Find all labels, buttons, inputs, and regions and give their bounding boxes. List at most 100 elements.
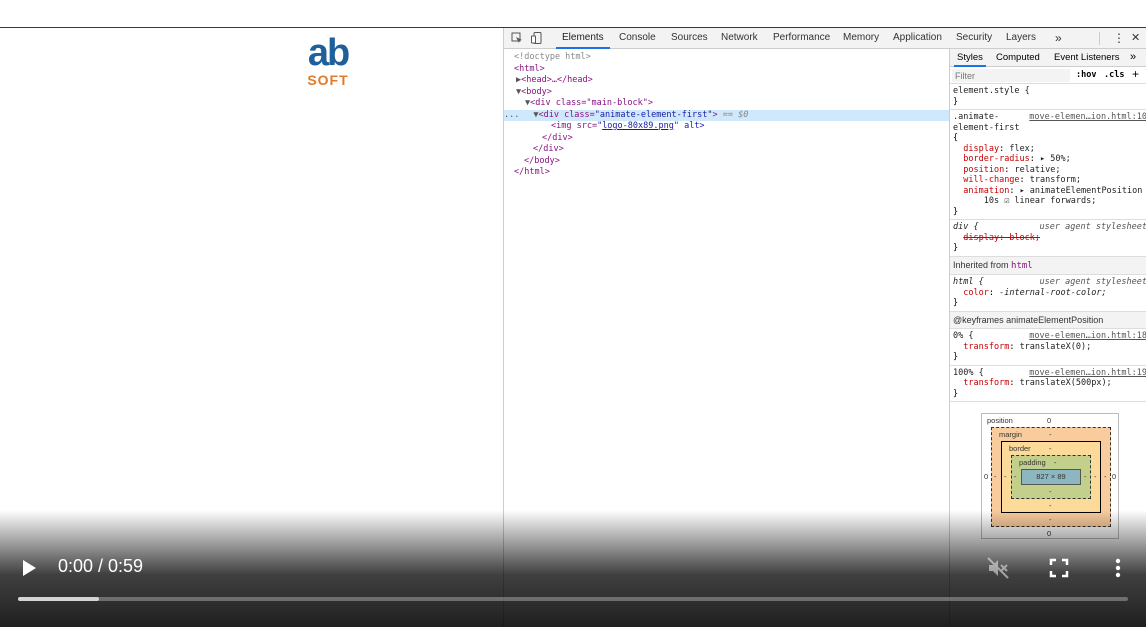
rule-selector: 100% { [953, 367, 984, 378]
close-devtools-icon[interactable]: ✕ [1131, 28, 1140, 49]
kebab-menu-icon[interactable]: ⋮ [1113, 28, 1125, 49]
dom-line[interactable]: <html> [504, 64, 949, 76]
bm-position-top[interactable]: 0 [1047, 416, 1051, 425]
dots-menu-icon[interactable]: ... [504, 110, 519, 120]
prop-value[interactable]: translateX(500px); [1020, 378, 1112, 388]
bm-left-position[interactable]: 0 [984, 472, 988, 481]
tab-application[interactable]: Application [893, 28, 942, 49]
rule-close: } [953, 298, 959, 308]
tab-styles[interactable]: Styles [954, 49, 986, 67]
prop-value[interactable]: 10s ☑ linear forwards; [984, 196, 1097, 206]
tab-security[interactable]: Security [956, 28, 992, 49]
bm-right-border[interactable]: - [1094, 472, 1097, 481]
tab-network[interactable]: Network [721, 28, 758, 49]
prop-value[interactable]: translateX(0); [1020, 342, 1092, 352]
style-rules: element.style { } .animate- element-firs… [950, 84, 1146, 402]
prop-value[interactable]: transform; [1030, 175, 1081, 185]
prop-name[interactable]: border-radius [963, 154, 1030, 164]
new-style-rule-icon[interactable]: + [1132, 67, 1139, 81]
logo-ab-text: ab [307, 32, 350, 74]
video-progress-bar[interactable] [18, 597, 1128, 601]
bm-content[interactable]: 827 × 89 [1021, 469, 1081, 485]
bm-right-margin[interactable]: - [1104, 472, 1107, 481]
more-tabs-icon[interactable]: » [1055, 28, 1062, 49]
inspect-element-icon[interactable] [511, 32, 523, 44]
dom-line[interactable]: <img src="logo-80x89.png" alt> [504, 121, 949, 133]
div-anim-class: "animate-element-first" [594, 109, 713, 120]
fullscreen-button[interactable] [1048, 557, 1070, 579]
animate-element-rule[interactable]: .animate- element-first { display: flex;… [950, 110, 1146, 220]
source-link[interactable]: move-elemen…ion.html:10 [1029, 112, 1146, 123]
element-style-rule[interactable]: element.style { } [950, 84, 1146, 110]
head-tag: <head>…</head> [521, 75, 593, 85]
devtools-tabbar: Elements Console Sources Network Perform… [504, 28, 1146, 49]
tab-memory[interactable]: Memory [843, 28, 879, 49]
dom-line-selected[interactable]: ... ▼<div class="animate-element-first"> … [504, 109, 949, 121]
img-src-link[interactable]: logo-80x89.png [602, 121, 674, 131]
prop-name[interactable]: transform [963, 342, 1009, 352]
prop-name[interactable]: position [963, 165, 1004, 175]
keyframes-section-header: @keyframes animateElementPosition [950, 311, 1146, 329]
prop-name[interactable]: will-change [963, 175, 1019, 185]
styles-filter-bar: :hov .cls + [950, 67, 1146, 84]
collapse-triangle-icon[interactable]: ▼ [504, 87, 521, 97]
html-ua-rule[interactable]: html { color: -internal-root-color; } use… [950, 275, 1146, 312]
dom-line[interactable]: ▼<div class="main-block"> [504, 98, 949, 110]
tab-event-listeners[interactable]: Event Listeners [1054, 49, 1119, 67]
bm-right-padding[interactable]: - [1084, 472, 1087, 481]
prop-name[interactable]: animation [963, 186, 1009, 196]
bm-padding-top[interactable]: - [1054, 458, 1057, 467]
source-link[interactable]: move-elemen…ion.html:19 [1029, 368, 1146, 379]
more-options-button[interactable] [1111, 557, 1125, 579]
body-close-tag: </body> [524, 155, 560, 166]
styles-tabbar: Styles Computed Event Listeners » [950, 49, 1146, 67]
tab-computed[interactable]: Computed [996, 49, 1040, 67]
mute-button[interactable] [986, 556, 1010, 580]
prop-value[interactable]: ▸ animateElementPosition [1020, 186, 1143, 196]
dom-line[interactable]: ▼<body> [504, 87, 949, 99]
volume-muted-icon [987, 557, 1009, 579]
tab-console[interactable]: Console [619, 28, 656, 49]
dom-line[interactable]: ▶<head>…</head> [504, 75, 949, 87]
bm-left-border[interactable]: - [1004, 472, 1007, 481]
dom-line[interactable]: </div> [504, 144, 949, 156]
device-toolbar-icon[interactable] [531, 32, 543, 44]
keyframe-0-rule[interactable]: 0% { transform: translateX(0); } move-ele… [950, 329, 1146, 366]
bm-right-position[interactable]: 0 [1112, 472, 1116, 481]
ab-soft-logo: ab SOFT [300, 34, 356, 90]
styles-filter-input[interactable] [952, 69, 1070, 82]
dom-line[interactable]: </body> [504, 156, 949, 168]
tab-elements[interactable]: Elements [556, 28, 610, 49]
collapse-triangle-icon[interactable]: ▼ [519, 110, 538, 120]
collapse-triangle-icon[interactable]: ▼ [504, 98, 530, 108]
bm-left-margin[interactable]: - [994, 472, 997, 481]
dom-line[interactable]: <!doctype html> [504, 52, 949, 64]
source-link[interactable]: move-elemen…ion.html:18 [1029, 331, 1146, 342]
rule-close: } [953, 388, 959, 399]
prop-value[interactable]: relative; [1014, 165, 1060, 175]
prop-name[interactable]: transform [963, 378, 1009, 388]
bm-border-top[interactable]: - [1049, 444, 1052, 453]
prop-value[interactable]: flex; [1009, 144, 1035, 154]
prop-name[interactable]: display [963, 144, 999, 154]
tab-performance[interactable]: Performance [773, 28, 830, 49]
bm-left-padding[interactable]: - [1014, 472, 1017, 481]
expand-triangle-icon[interactable]: ▶ [504, 75, 521, 85]
logo-soft-text: SOFT [307, 72, 349, 88]
bm-margin-top[interactable]: - [1049, 430, 1052, 439]
cls-toggle[interactable]: .cls [1104, 70, 1124, 80]
hov-toggle[interactable]: :hov [1076, 70, 1096, 80]
div-ua-rule[interactable]: div { display: block; } user agent styles… [950, 220, 1146, 257]
dom-line[interactable]: </html> [504, 167, 949, 179]
tab-sources[interactable]: Sources [671, 28, 708, 49]
prop-value[interactable]: ▸ 50%; [1040, 154, 1071, 164]
bm-bottom-padding[interactable]: - [1049, 487, 1052, 496]
keyframe-100-rule[interactable]: 100% { transform: translateX(500px); } mo… [950, 366, 1146, 402]
dom-line[interactable]: </div> [504, 133, 949, 145]
bm-bottom-border[interactable]: - [1049, 501, 1052, 510]
tab-layers[interactable]: Layers [1006, 28, 1036, 49]
more-tabs-icon[interactable]: » [1130, 49, 1136, 67]
play-button[interactable] [20, 558, 38, 578]
bm-position-label: position [987, 416, 1013, 425]
inherited-tag[interactable]: html [1011, 261, 1033, 271]
